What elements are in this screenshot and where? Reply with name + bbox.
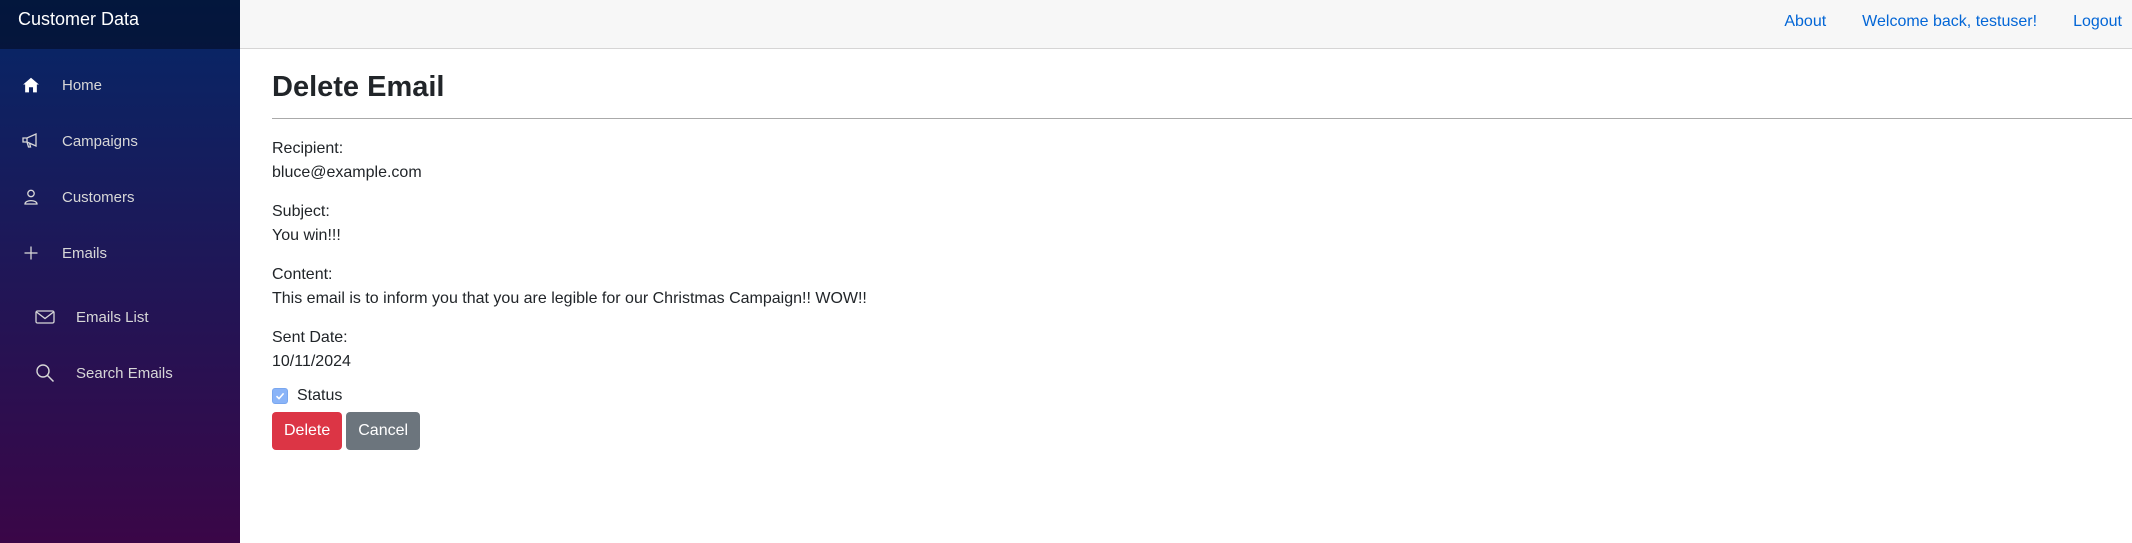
top-bar: About Welcome back, testuser! Logout [240,0,2132,49]
sidebar-item-emails[interactable]: Emails [0,233,240,273]
envelope-icon [34,306,56,328]
button-row: Delete Cancel [272,412,2132,450]
sidebar-item-search-emails[interactable]: Search Emails [0,353,240,393]
sidebar-item-label: Customers [62,188,135,206]
sidebar: Customer Data Home Campaigns Customers E… [0,0,240,543]
sidebar-item-emails-list[interactable]: Emails List [0,297,240,337]
home-icon [20,74,42,96]
sidebar-item-label: Emails List [76,308,149,326]
content-value: This email is to inform you that you are… [272,290,867,307]
sidebar-item-campaigns[interactable]: Campaigns [0,121,240,161]
main-area: About Welcome back, testuser! Logout Del… [240,0,2132,543]
title-divider [272,118,2132,119]
brand-bar: Customer Data [0,0,240,49]
sent-date-value: 10/11/2024 [272,353,351,370]
recipient-label: Recipient: [272,140,344,157]
sidebar-item-label: Campaigns [62,132,138,150]
sent-date-label: Sent Date: [272,329,348,346]
welcome-link[interactable]: Welcome back, testuser! [1862,13,2037,31]
content-field: Content: This email is to inform you tha… [272,263,2132,311]
search-icon [34,362,56,384]
plus-icon [20,242,42,264]
sidebar-item-customers[interactable]: Customers [0,177,240,217]
recipient-field: Recipient: bluce@example.com [272,137,2132,185]
person-icon [20,186,42,208]
status-checkbox[interactable] [272,388,288,404]
status-label: Status [297,387,343,404]
recipient-value: bluce@example.com [272,164,422,181]
status-row: Status [272,387,2132,405]
subject-value: You win!!! [272,227,341,244]
subject-field: Subject: You win!!! [272,200,2132,248]
cancel-button[interactable]: Cancel [346,412,421,450]
sidebar-item-label: Home [62,76,103,94]
delete-button[interactable]: Delete [272,412,343,450]
about-link[interactable]: About [1784,13,1826,31]
checkmark-icon [275,392,285,400]
page-title: Delete Email [272,71,445,103]
sidebar-item-label: Emails [62,244,108,262]
sidebar-nav: Home Campaigns Customers Emails Emails L… [0,49,240,393]
page-content: Delete Email Recipient: bluce@example.co… [240,49,2132,450]
logout-link[interactable]: Logout [2073,13,2122,31]
sidebar-item-label: Search Emails [76,364,173,382]
content-label: Content: [272,266,333,283]
sent-date-field: Sent Date: 10/11/2024 [272,326,2132,374]
subject-label: Subject: [272,203,330,220]
sidebar-item-home[interactable]: Home [0,65,240,105]
megaphone-icon [20,130,42,152]
app-root: Customer Data Home Campaigns Customers E… [0,0,2132,543]
brand-title[interactable]: Customer Data [18,9,139,30]
